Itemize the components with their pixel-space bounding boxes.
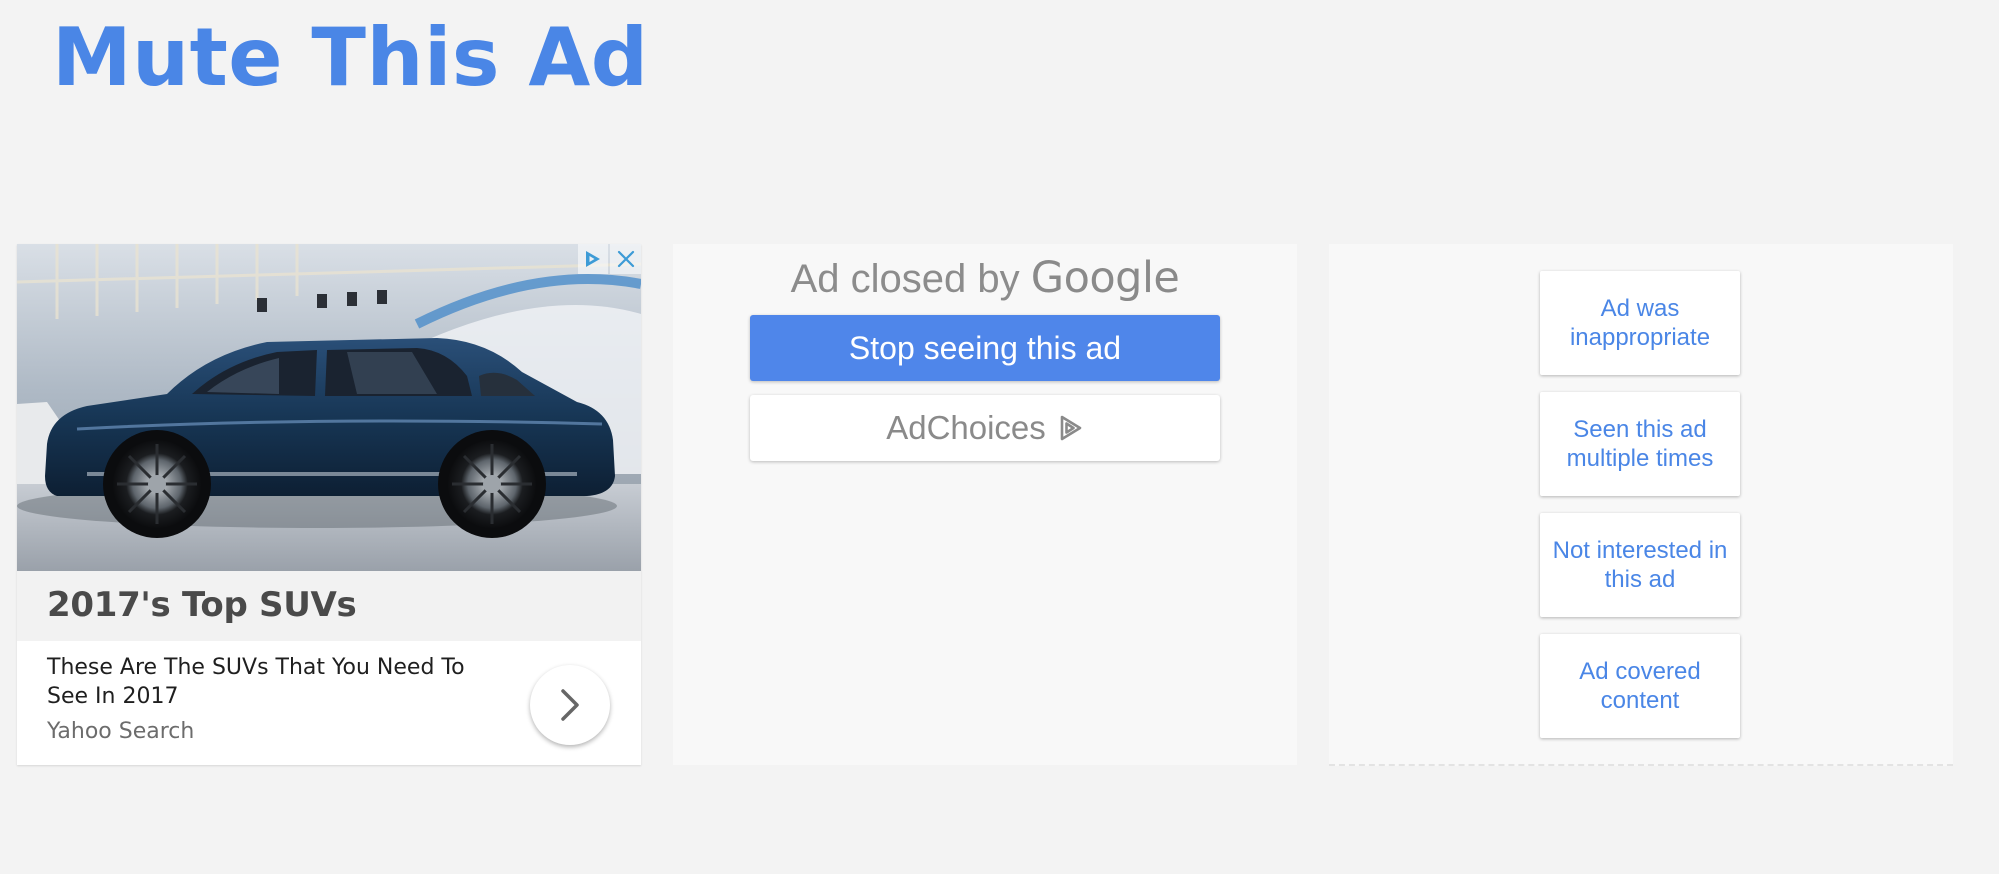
adchoices-triangle-icon (1060, 415, 1082, 441)
close-icon (617, 250, 634, 268)
adchoices-triangle-icon (586, 251, 600, 267)
reason-label: Not interested in this ad (1552, 537, 1728, 593)
adchoices-icon[interactable] (578, 244, 608, 274)
ad-closed-heading: Ad closed by Google (673, 252, 1297, 305)
ad-closed-text: Ad closed by (790, 257, 1020, 301)
reason-label: Ad was inappropriate (1569, 295, 1711, 351)
ad-headline-band: 2017's Top SUVs (17, 571, 641, 641)
reason-seen-multiple-times-button[interactable]: Seen this ad multiple times (1540, 392, 1740, 496)
google-logo: Google (1030, 253, 1180, 303)
adchoices-label: AdChoices (886, 409, 1046, 446)
page-title: Mute This Ad (52, 11, 649, 104)
ad-closed-panel: Ad closed by Google Stop seeing this ad … (673, 244, 1297, 765)
chevron-right-icon (561, 689, 579, 721)
adchoices-button[interactable]: AdChoices (750, 395, 1220, 461)
reason-inappropriate-button[interactable]: Ad was inappropriate (1540, 271, 1740, 375)
reason-not-interested-button[interactable]: Not interested in this ad (1540, 513, 1740, 617)
reason-covered-content-button[interactable]: Ad covered content (1540, 634, 1740, 738)
ad-description[interactable]: These Are The SUVs That You Need To See … (47, 653, 507, 711)
suv-photo (17, 244, 641, 571)
reason-label: Seen this ad multiple times (1566, 416, 1714, 472)
ad-image[interactable] (17, 244, 641, 571)
ad-card[interactable]: 2017's Top SUVs These Are The SUVs That … (17, 244, 641, 765)
close-ad-button[interactable] (610, 244, 641, 274)
reason-label: Ad covered content (1579, 658, 1701, 714)
ad-headline[interactable]: 2017's Top SUVs (47, 583, 357, 627)
ad-source: Yahoo Search (47, 719, 195, 744)
ad-cta-button[interactable] (530, 665, 610, 745)
stop-seeing-ad-button[interactable]: Stop seeing this ad (750, 315, 1220, 381)
mute-reasons-panel: Ad was inappropriate Seen this ad multip… (1329, 244, 1953, 766)
